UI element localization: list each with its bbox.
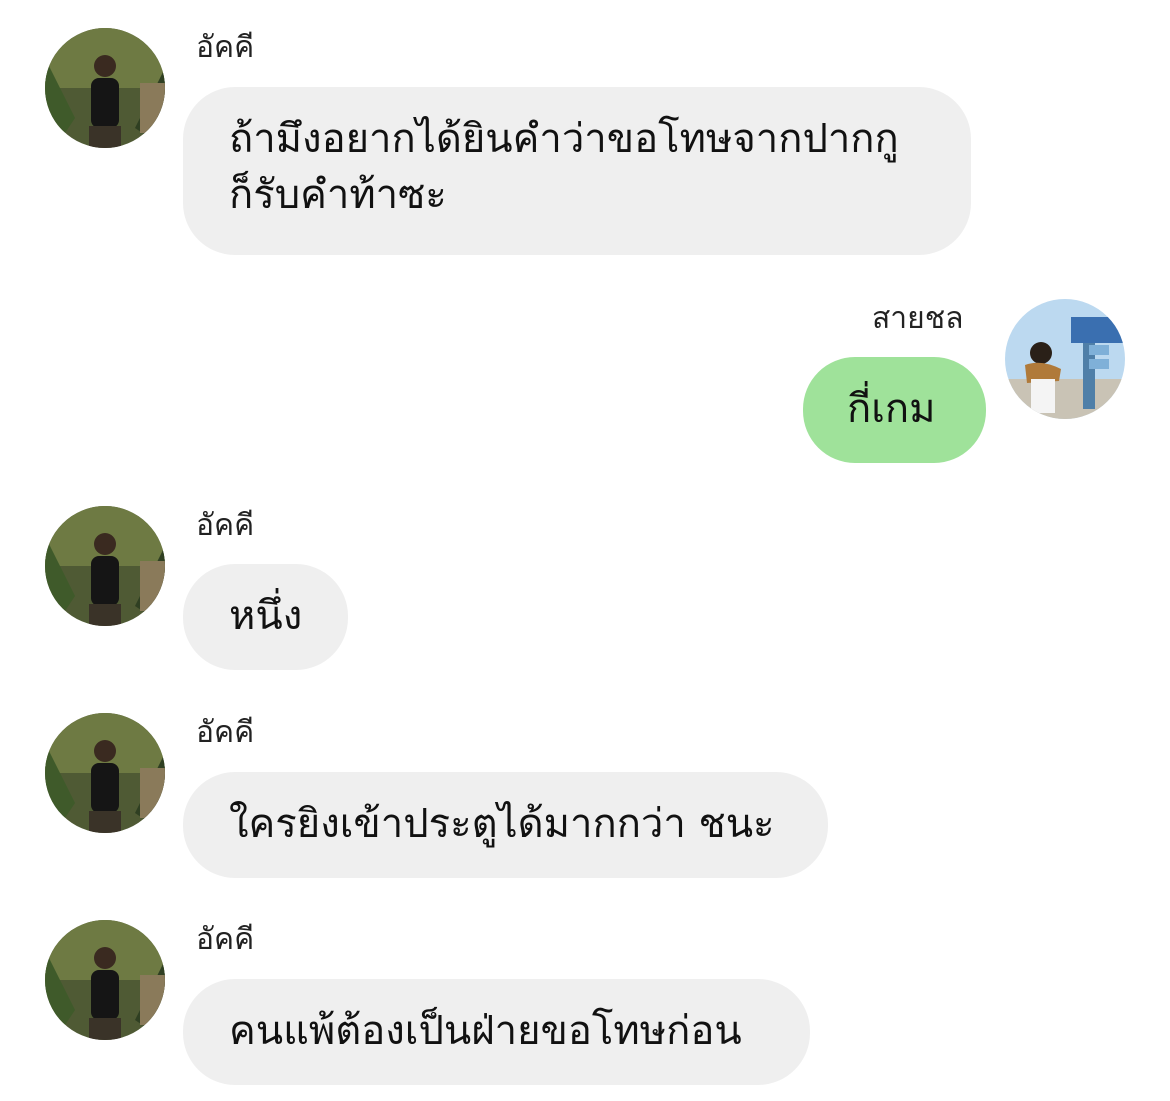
- sender-avatar[interactable]: [45, 28, 165, 148]
- own-avatar[interactable]: [1005, 299, 1125, 419]
- sender-avatar[interactable]: [45, 920, 165, 1040]
- message-bubble[interactable]: กี่เกม: [803, 357, 986, 463]
- sender-name: อัคคี: [196, 508, 255, 543]
- avatar-photo-icon: [45, 506, 165, 626]
- message-bubble[interactable]: หนึ่ง: [183, 564, 348, 670]
- message-text-line: คนแพ้ต้องเป็นฝ่ายขอโทษก่อน: [229, 1008, 742, 1054]
- sender-name: อัคคี: [196, 922, 255, 957]
- sender-name: อัคคี: [196, 30, 255, 65]
- avatar-photo-icon: [45, 28, 165, 148]
- sender-name: สายชล: [872, 301, 964, 336]
- message-bubble[interactable]: คนแพ้ต้องเป็นฝ่ายขอโทษก่อน: [183, 979, 810, 1085]
- sender-avatar[interactable]: [45, 713, 165, 833]
- message-bubble[interactable]: ถ้ามึงอยากได้ยินคำว่าขอโทษจากปากกู ก็รับ…: [183, 87, 971, 255]
- sender-avatar[interactable]: [45, 506, 165, 626]
- message-text-line: หนึ่ง: [229, 593, 303, 639]
- avatar-photo-icon: [45, 920, 165, 1040]
- message-text-line: ใครยิงเข้าประตูได้มากกว่า ชนะ: [229, 801, 775, 847]
- avatar-photo-icon: [1005, 299, 1125, 419]
- message-text-line: ก็รับคำท้าซะ: [229, 172, 447, 218]
- avatar-photo-icon: [45, 713, 165, 833]
- message-bubble[interactable]: ใครยิงเข้าประตูได้มากกว่า ชนะ: [183, 772, 828, 878]
- message-text-line: ถ้ามึงอยากได้ยินคำว่าขอโทษจากปากกู: [229, 116, 899, 162]
- sender-name: อัคคี: [196, 715, 255, 750]
- message-text-line: กี่เกม: [847, 386, 936, 432]
